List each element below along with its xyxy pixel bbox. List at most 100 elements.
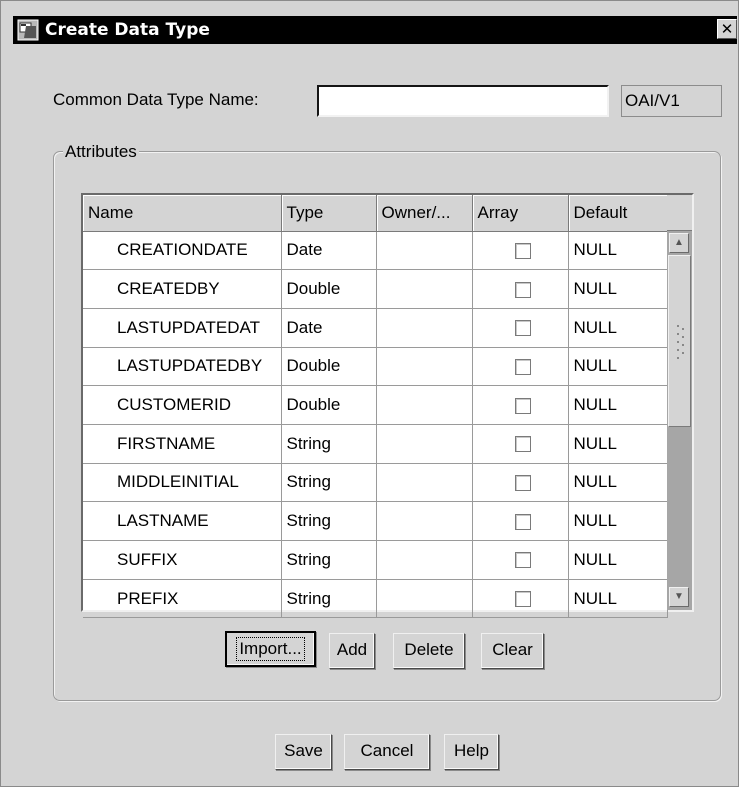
- version-field: OAI/V1: [621, 85, 722, 117]
- grip-icon: [677, 325, 684, 359]
- add-button[interactable]: Add: [329, 633, 375, 669]
- table-row[interactable]: MIDDLEINITIAL String NULL: [83, 463, 668, 503]
- cell-default[interactable]: NULL: [568, 231, 668, 271]
- cell-array: [472, 579, 569, 619]
- cell-owner[interactable]: [376, 308, 473, 348]
- cell-owner[interactable]: [376, 501, 473, 541]
- array-checkbox[interactable]: [514, 513, 531, 530]
- help-button[interactable]: Help: [444, 734, 499, 770]
- cell-type[interactable]: Date: [281, 308, 377, 348]
- cell-name[interactable]: SUFFIX: [83, 540, 282, 580]
- table-row[interactable]: FIRSTNAME String NULL: [83, 424, 668, 464]
- cell-owner[interactable]: [376, 463, 473, 503]
- cell-type[interactable]: String: [281, 540, 377, 580]
- window-app-icon: [17, 19, 39, 41]
- cell-array: [472, 424, 569, 464]
- import-button-label: Import...: [236, 637, 305, 661]
- cell-default[interactable]: NULL: [568, 501, 668, 541]
- array-checkbox[interactable]: [514, 320, 531, 337]
- cell-default[interactable]: NULL: [568, 579, 668, 619]
- table-row[interactable]: LASTUPDATEDAT Date NULL: [83, 308, 668, 348]
- cell-array: [472, 463, 569, 503]
- array-checkbox[interactable]: [514, 242, 531, 259]
- cell-owner[interactable]: [376, 231, 473, 271]
- cell-owner[interactable]: [376, 385, 473, 425]
- title-bar[interactable]: Create Data Type ✕: [13, 16, 737, 44]
- delete-button[interactable]: Delete: [393, 633, 465, 669]
- save-button[interactable]: Save: [275, 734, 332, 770]
- name-label: Common Data Type Name:: [53, 90, 259, 109]
- cell-array: [472, 269, 569, 309]
- cell-type[interactable]: String: [281, 501, 377, 541]
- cell-array: [472, 385, 569, 425]
- column-header-type[interactable]: Type: [281, 195, 377, 232]
- clear-button[interactable]: Clear: [481, 633, 544, 669]
- table-row[interactable]: LASTUPDATEDBY Double NULL: [83, 347, 668, 387]
- array-checkbox[interactable]: [514, 281, 531, 298]
- cell-name[interactable]: LASTUPDATEDAT: [83, 308, 282, 348]
- cell-owner[interactable]: [376, 424, 473, 464]
- cell-owner[interactable]: [376, 579, 473, 619]
- header-row: Name Type Owner/... Array Default: [83, 195, 668, 232]
- chevron-down-icon[interactable]: ▼: [669, 587, 689, 607]
- cell-owner[interactable]: [376, 540, 473, 580]
- column-header-array[interactable]: Array: [472, 195, 569, 232]
- cell-name[interactable]: LASTNAME: [83, 501, 282, 541]
- cell-name[interactable]: LASTUPDATEDBY: [83, 347, 282, 387]
- cell-default[interactable]: NULL: [568, 269, 668, 309]
- cell-default[interactable]: NULL: [568, 385, 668, 425]
- cancel-button[interactable]: Cancel: [344, 734, 430, 770]
- column-header-name[interactable]: Name: [83, 195, 282, 232]
- cell-name[interactable]: FIRSTNAME: [83, 424, 282, 464]
- cell-type[interactable]: String: [281, 463, 377, 503]
- cell-default[interactable]: NULL: [568, 424, 668, 464]
- import-button[interactable]: Import...: [225, 631, 316, 667]
- cell-array: [472, 308, 569, 348]
- cell-array: [472, 501, 569, 541]
- dialog-title: Create Data Type: [45, 20, 210, 40]
- attributes-legend: Attributes: [63, 142, 139, 162]
- cell-default[interactable]: NULL: [568, 347, 668, 387]
- common-data-type-name-input[interactable]: [317, 85, 609, 117]
- array-checkbox[interactable]: [514, 591, 531, 608]
- table-row[interactable]: LASTNAME String NULL: [83, 501, 668, 541]
- cell-default[interactable]: NULL: [568, 308, 668, 348]
- cell-owner[interactable]: [376, 269, 473, 309]
- cell-name[interactable]: CREATIONDATE: [83, 231, 282, 271]
- cell-array: [472, 347, 569, 387]
- cell-type[interactable]: String: [281, 579, 377, 619]
- cell-array: [472, 231, 569, 271]
- cell-name[interactable]: CUSTOMERID: [83, 385, 282, 425]
- column-header-default[interactable]: Default: [568, 195, 668, 232]
- cell-default[interactable]: NULL: [568, 463, 668, 503]
- chevron-up-icon[interactable]: ▲: [669, 233, 689, 253]
- table-row[interactable]: PREFIX String NULL: [83, 579, 668, 619]
- table-row[interactable]: CUSTOMERID Double NULL: [83, 385, 668, 425]
- cell-name[interactable]: CREATEDBY: [83, 269, 282, 309]
- cell-default[interactable]: NULL: [568, 540, 668, 580]
- cell-owner[interactable]: [376, 347, 473, 387]
- cell-name[interactable]: MIDDLEINITIAL: [83, 463, 282, 503]
- array-checkbox[interactable]: [514, 552, 531, 569]
- array-checkbox[interactable]: [514, 358, 531, 375]
- table-row[interactable]: CREATIONDATE Date NULL: [83, 231, 668, 271]
- table-row[interactable]: CREATEDBY Double NULL: [83, 269, 668, 309]
- array-checkbox[interactable]: [514, 436, 531, 453]
- array-checkbox[interactable]: [514, 397, 531, 414]
- cell-type[interactable]: Date: [281, 231, 377, 271]
- vertical-scrollbar[interactable]: ▲ ▼: [667, 231, 692, 610]
- column-header-owner[interactable]: Owner/...: [376, 195, 473, 232]
- cell-type[interactable]: Double: [281, 385, 377, 425]
- header-corner: [667, 195, 692, 231]
- array-checkbox[interactable]: [514, 474, 531, 491]
- scrollbar-thumb[interactable]: [668, 255, 691, 427]
- close-icon[interactable]: ✕: [717, 19, 737, 39]
- cell-name[interactable]: PREFIX: [83, 579, 282, 619]
- create-data-type-dialog: Create Data Type ✕ Common Data Type Name…: [0, 0, 739, 787]
- cell-type[interactable]: Double: [281, 347, 377, 387]
- attributes-grid: Name Type Owner/... Array Default CREATI…: [83, 195, 668, 619]
- attributes-table: Name Type Owner/... Array Default CREATI…: [81, 193, 694, 619]
- cell-type[interactable]: String: [281, 424, 377, 464]
- table-row[interactable]: SUFFIX String NULL: [83, 540, 668, 580]
- cell-type[interactable]: Double: [281, 269, 377, 309]
